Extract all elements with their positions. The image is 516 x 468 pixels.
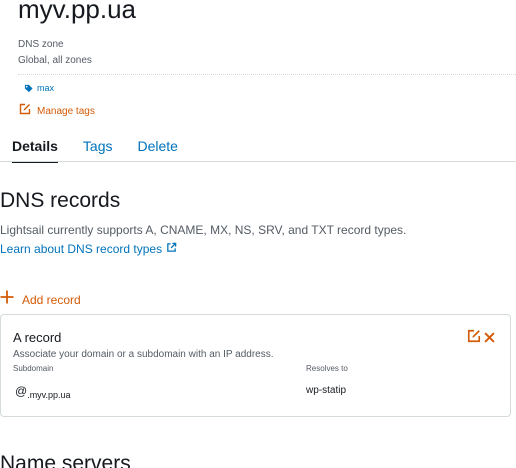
close-icon[interactable] xyxy=(484,330,495,348)
tab-bar: Details Tags Delete xyxy=(12,138,203,163)
dns-records-description: Lightsail currently supports A, CNAME, M… xyxy=(0,223,407,237)
tab-details[interactable]: Details xyxy=(12,138,58,163)
name-servers-heading: Name servers xyxy=(0,452,131,468)
zone-type: DNS zone xyxy=(18,39,64,50)
tag-chip: max xyxy=(24,83,54,93)
dns-records-heading: DNS records xyxy=(0,189,121,212)
resolves-to-value: wp-statip xyxy=(306,385,347,396)
edit-icon[interactable] xyxy=(467,329,481,348)
resolves-to-label: Resolves to xyxy=(306,364,348,373)
subdomain-at: @ xyxy=(15,384,28,398)
plus-icon xyxy=(0,290,14,309)
record-title: A record xyxy=(13,330,62,345)
subdomain-domain: .myv.pp.ua xyxy=(27,390,71,400)
tag-label: max xyxy=(37,83,55,93)
add-record-label: Add record xyxy=(22,292,81,307)
tab-delete[interactable]: Delete xyxy=(138,138,178,163)
edit-icon xyxy=(19,102,31,120)
learn-link-label: Learn about DNS record types xyxy=(0,242,163,256)
tab-tags[interactable]: Tags xyxy=(83,138,113,163)
subdomain-label: Subdomain xyxy=(13,364,54,373)
learn-dns-types-link[interactable]: Learn about DNS record types xyxy=(0,242,177,256)
record-actions xyxy=(467,329,495,348)
manage-tags-link[interactable]: Manage tags xyxy=(19,102,95,120)
record-description: Associate your domain or a subdomain wit… xyxy=(13,349,274,360)
manage-tags-label: Manage tags xyxy=(37,105,95,117)
zone-title: myv.pp.ua xyxy=(18,0,137,24)
a-record-card: A record Associate your domain or a subd… xyxy=(0,314,511,417)
tag-icon xyxy=(24,84,33,93)
add-record-button[interactable]: Add record xyxy=(0,290,81,309)
tabs-divider xyxy=(0,161,516,162)
subdomain-value: @ .myv.pp.ua xyxy=(15,384,71,400)
header-divider xyxy=(18,74,516,75)
external-link-icon xyxy=(166,242,177,256)
zone-scope: Global, all zones xyxy=(18,55,92,66)
